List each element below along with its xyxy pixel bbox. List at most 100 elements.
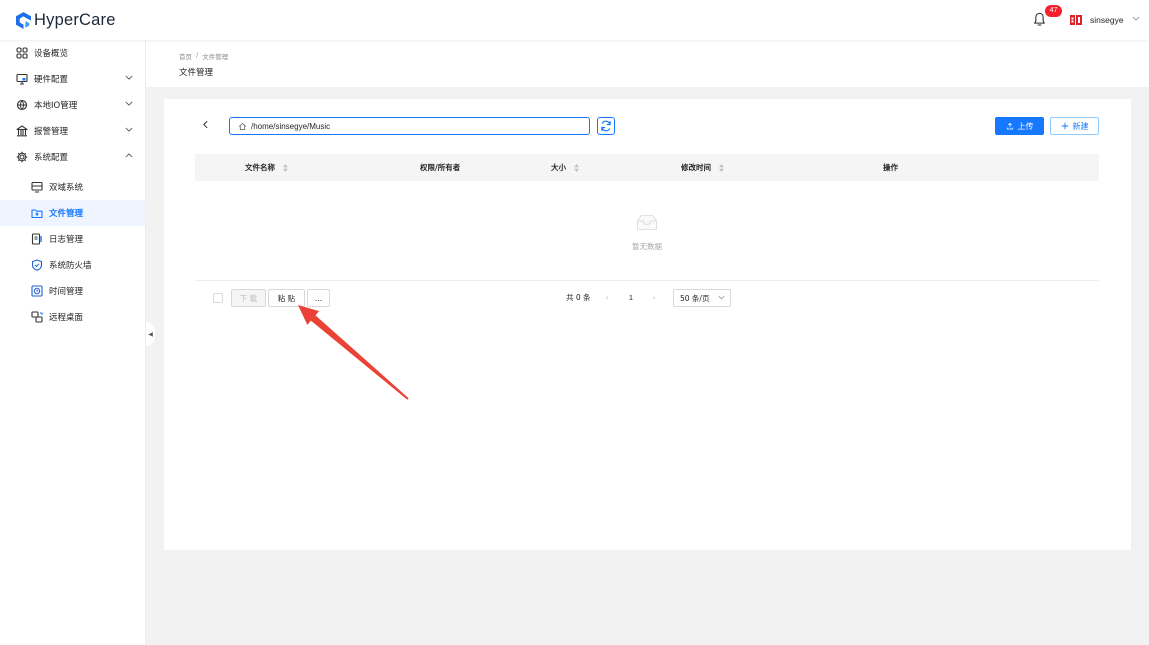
column-label: 文件名称 [245,163,275,172]
upload-icon [1006,122,1014,130]
select-all-checkbox[interactable] [213,293,223,303]
new-button-label: 新建 [1072,121,1089,131]
sidebar-item-label: 文件管理 [49,209,84,219]
sidebar-item-label: 设备概览 [34,49,69,59]
app-logo-text: HyperCare [34,10,116,29]
notification-button[interactable]: 47 [1033,5,1062,28]
sidebar-item-label: 硬件配置 [34,75,69,85]
pagination-total: 共 0 条 [566,293,591,302]
column-header-file-name[interactable]: 文件名称 [245,154,288,181]
page-size-select[interactable]: 50 条/页 [673,289,731,307]
log-icon [31,233,43,245]
sidebar-item-system-config[interactable]: 系统配置 [0,144,145,170]
sort-icon [283,163,288,172]
pagination-next-button[interactable]: › [648,289,660,307]
sort-icon [574,163,579,172]
hypercare-logo-icon [16,11,31,29]
system-config-submenu: 双域系统 文件管理 日志管理 系统防火墙 时间管理 远程桌面 [0,170,145,330]
chevron-down-icon [718,295,725,300]
column-header-modified-time[interactable]: 修改时间 [681,154,724,181]
chevron-down-icon [1132,16,1140,21]
sidebar-item-alarm-management[interactable]: 报警管理 [0,118,145,144]
caret-left-icon: ◀ [148,330,153,338]
sidebar-item-device-overview[interactable]: 设备概览 [0,40,145,66]
shield-icon [31,259,43,271]
path-field[interactable] [229,117,590,135]
dual-domain-icon [31,181,43,193]
breadcrumb-separator: / [196,51,199,59]
chevron-down-icon [125,75,133,83]
new-button[interactable]: 新建 [1050,117,1099,135]
brand-logo-icon [1070,14,1082,26]
sidebar-item-firewall[interactable]: 系统防火墙 [0,252,145,278]
more-actions-button[interactable]: ... [307,289,330,307]
table-footer: 下 载 粘 贴 ... 共 0 条 ‹ 1 › 50 条/页 [164,289,1131,307]
username: sinsegye [1090,14,1124,25]
app-logo[interactable]: HyperCare [16,9,116,31]
chevron-up-icon [125,153,133,161]
notification-count-badge: 47 [1045,5,1062,17]
path-input[interactable] [251,119,581,133]
chevron-right-icon: › [652,293,656,302]
table-header: 文件名称 权限/所有者 大小 修改时间 操作 [195,154,1099,181]
sidebar: 设备概览 硬件配置 本地IO管理 报警管理 系统配置 双域系统 文件管理 日志管… [0,40,146,645]
empty-inbox-icon [634,213,660,232]
sidebar-item-dual-domain[interactable]: 双域系统 [0,174,145,200]
column-header-permission-owner: 权限/所有者 [420,154,460,181]
top-header: HyperCare 47 sinsegye [0,0,1149,40]
column-header-size[interactable]: 大小 [551,154,579,181]
grid-icon [16,47,28,59]
home-icon [238,122,247,131]
download-button[interactable]: 下 载 [231,289,266,307]
sort-icon [719,163,724,172]
refresh-button[interactable] [597,117,615,135]
empty-state-text: 暂无数据 [632,242,662,251]
sidebar-item-label: 系统配置 [34,153,69,163]
file-manager-card: 上传 新建 文件名称 权限/所有者 大小 修改时间 操作 [164,99,1131,550]
sidebar-item-label: 日志管理 [49,235,84,245]
sidebar-item-log-management[interactable]: 日志管理 [0,226,145,252]
upload-button[interactable]: 上传 [995,117,1044,135]
chevron-down-icon [125,101,133,109]
page-size-value: 50 条/页 [680,293,710,303]
chevron-down-icon [125,127,133,135]
monitor-icon [16,73,28,85]
file-table: 文件名称 权限/所有者 大小 修改时间 操作 暂无数据 [195,154,1099,281]
page-title: 文件管理 [179,68,214,78]
table-body: 暂无数据 [195,181,1099,281]
chevron-left-icon: ‹ [605,293,609,302]
chevron-left-icon [202,120,208,132]
breadcrumb-home-link[interactable]: 首页 [179,51,192,61]
pagination-prev-button[interactable]: ‹ [601,289,613,307]
breadcrumb: 首页 / 文件管理 [179,51,228,61]
network-icon [16,99,28,111]
back-button[interactable] [199,119,211,133]
sidebar-item-time-management[interactable]: 时间管理 [0,278,145,304]
column-label: 修改时间 [681,163,711,172]
sidebar-item-hardware-config[interactable]: 硬件配置 [0,66,145,92]
remote-desktop-icon [31,311,43,323]
plus-icon [1061,122,1069,130]
user-menu[interactable]: sinsegye [1070,11,1142,28]
clock-icon [31,285,43,297]
alarm-icon [16,125,28,137]
sidebar-item-label: 本地IO管理 [34,101,78,111]
column-label: 操作 [883,163,898,172]
column-header-actions: 操作 [883,154,898,181]
sidebar-item-remote-desktop[interactable]: 远程桌面 [0,304,145,330]
pagination-page-item[interactable]: 1 [624,289,638,307]
page-header: 首页 / 文件管理 文件管理 [146,40,1149,87]
sidebar-item-label: 系统防火墙 [49,261,92,271]
sidebar-item-file-management[interactable]: 文件管理 [0,200,145,226]
sidebar-item-label: 时间管理 [49,287,84,297]
bell-icon [1033,12,1046,27]
sidebar-item-label: 报警管理 [34,127,69,137]
upload-button-label: 上传 [1017,121,1034,131]
sidebar-item-label: 远程桌面 [49,313,84,323]
sidebar-item-local-io[interactable]: 本地IO管理 [0,92,145,118]
paste-button[interactable]: 粘 贴 [268,289,305,307]
refresh-icon [600,120,612,132]
breadcrumb-current: 文件管理 [202,53,229,61]
sidebar-collapse-toggle[interactable]: ◀ [146,322,155,346]
column-label: 权限/所有者 [420,163,461,172]
